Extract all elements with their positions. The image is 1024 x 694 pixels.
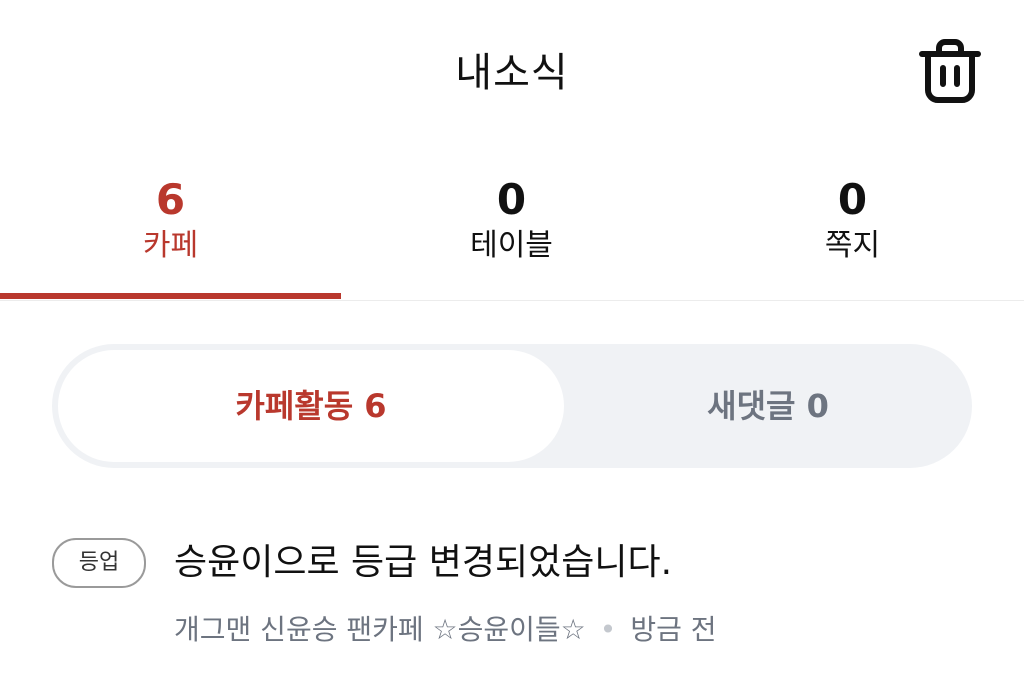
tab-cafe[interactable]: 6 카페	[0, 160, 341, 298]
notification-tabs: 6 카페 0 테이블 0 쪽지	[0, 160, 1024, 301]
app-header: 내소식	[0, 0, 1024, 140]
trash-icon	[919, 39, 981, 103]
page-title: 내소식	[455, 50, 569, 96]
tab-label: 카페	[142, 228, 199, 263]
tab-label: 테이블	[470, 228, 553, 263]
separator-dot: •	[599, 613, 617, 646]
tab-table[interactable]: 0 테이블	[341, 160, 682, 298]
cafe-name: 개그맨 신윤승 팬카페 ☆승윤이들☆	[174, 613, 586, 646]
segment-new-comments[interactable]: 새댓글 0	[564, 350, 972, 462]
tab-message[interactable]: 0 쪽지	[682, 160, 1023, 298]
timestamp: 방금 전	[630, 613, 717, 646]
tab-count: 0	[837, 175, 868, 224]
tab-count: 6	[155, 175, 186, 224]
tab-label: 쪽지	[824, 228, 881, 263]
trash-button[interactable]	[912, 34, 988, 110]
notice-title: 승윤이으로 등급 변경되었습니다.	[174, 542, 673, 583]
active-tab-indicator	[0, 293, 341, 299]
notice-meta: 개그맨 신윤승 팬카페 ☆승윤이들☆ • 방금 전	[174, 610, 994, 650]
tab-count: 0	[496, 175, 527, 224]
activity-segmented-control: 카페활동 6 새댓글 0	[52, 344, 972, 468]
status-badge: 등업	[52, 538, 146, 588]
list-item[interactable]: 등업 승윤이으로 등급 변경되었습니다. 개그맨 신윤승 팬카페 ☆승윤이들☆ •…	[0, 520, 1024, 694]
segment-cafe-activity[interactable]: 카페활동 6	[58, 350, 564, 462]
